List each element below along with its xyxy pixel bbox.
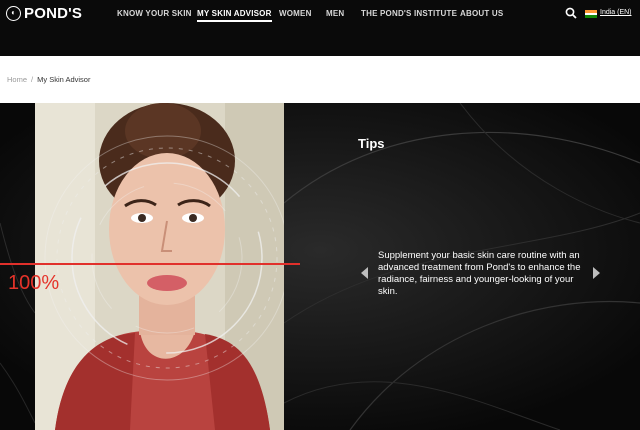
nav-item-women[interactable]: WOMEN [279,9,312,18]
scan-line [0,263,300,265]
ponds-logo-icon: ◐ [6,5,21,21]
india-flag-icon[interactable] [585,10,597,18]
ponds-logo[interactable]: ◐ POND'S [6,3,82,23]
nav-item-ponds-institute[interactable]: THE POND'S INSTITUTE [361,9,457,18]
nav-item-know-your-skin[interactable]: KNOW YOUR SKIN [117,9,192,18]
nav-item-men[interactable]: MEN [326,9,344,18]
region-selector-link[interactable]: India (EN) [600,9,632,16]
top-navigation-bar: ◐ POND'S KNOW YOUR SKIN MY SKIN ADVISOR … [0,0,640,56]
search-icon[interactable] [565,7,577,19]
next-tip-arrow-icon[interactable] [593,267,600,279]
nav-item-about-us[interactable]: ABOUT US [460,9,503,18]
breadcrumb-current: My Skin Advisor [37,75,91,84]
scan-percentage: 100% [8,272,60,294]
user-face-photo [35,103,284,430]
brand-name: POND'S [24,4,83,22]
skin-advisor-panel: 100% Tips Supplement your basic skin car… [0,103,640,430]
breadcrumb: Home / My Skin Advisor [7,75,90,84]
breadcrumb-home-link[interactable]: Home [7,75,27,84]
tips-heading: Tips [358,136,385,151]
breadcrumb-bar: Home / My Skin Advisor [0,56,640,103]
tip-text: Supplement your basic skin care routine … [378,250,581,297]
breadcrumb-separator: / [31,75,34,84]
previous-tip-arrow-icon[interactable] [361,267,368,279]
nav-item-my-skin-advisor[interactable]: MY SKIN ADVISOR [197,9,272,22]
